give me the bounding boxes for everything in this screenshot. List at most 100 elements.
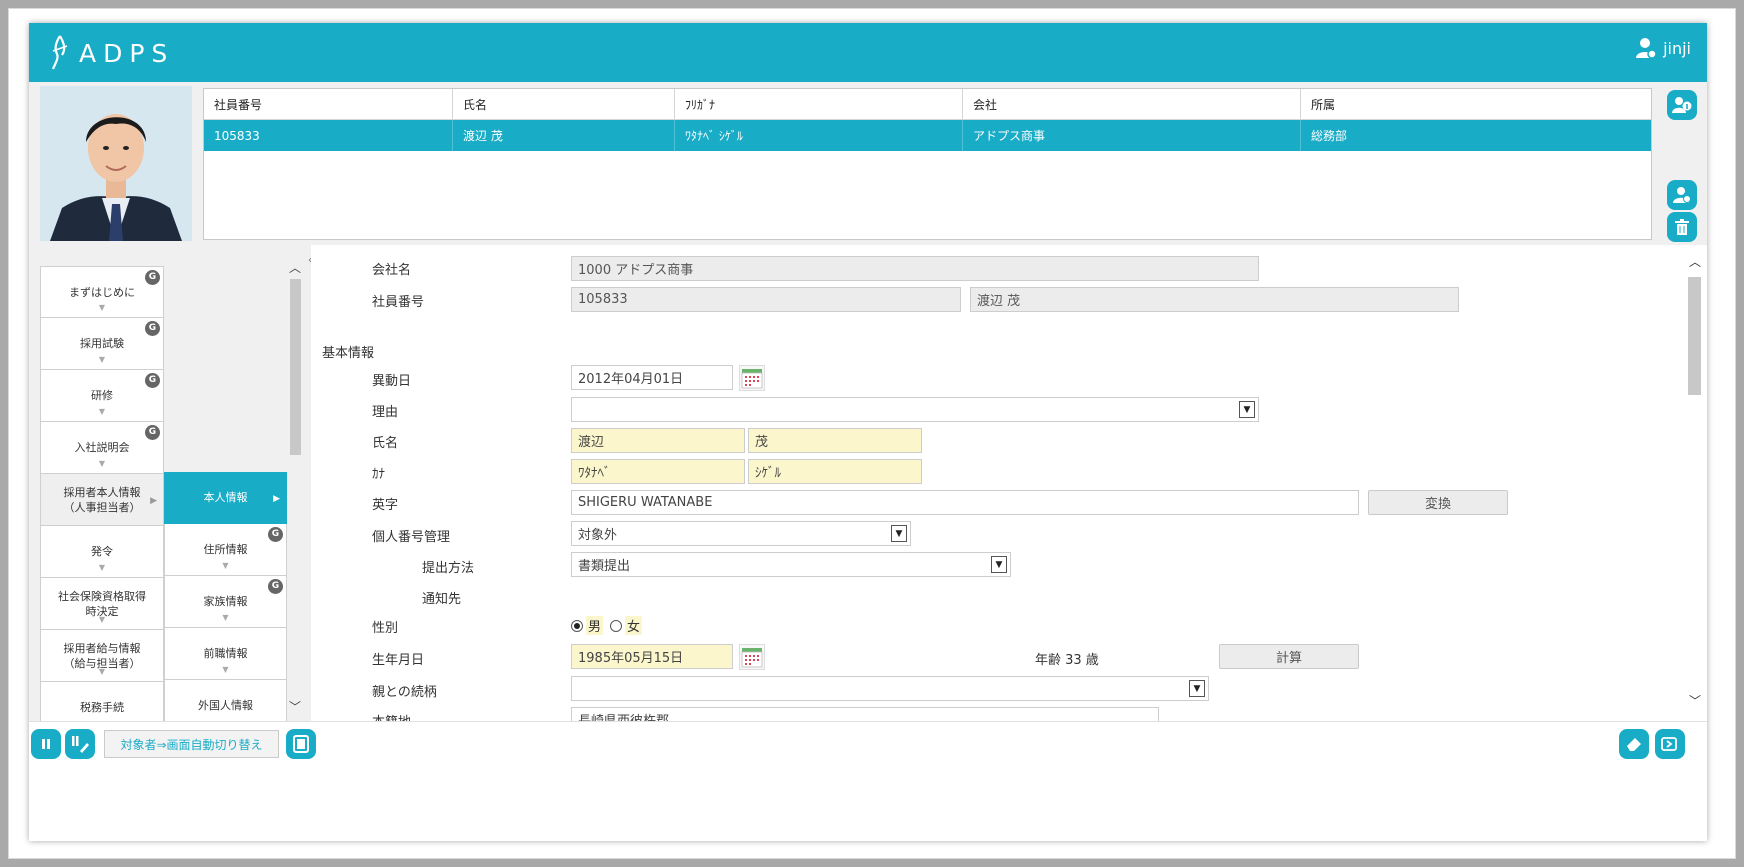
manual-button[interactable] — [286, 729, 316, 759]
nav-item-recruitment-exam[interactable]: 採用試験 G ▼ — [40, 318, 164, 370]
gender-female-radio[interactable] — [610, 619, 623, 632]
cell-company: アドプス商事 — [963, 120, 1301, 151]
domicile-field[interactable]: 長崎県西彼杵郡 — [571, 707, 1159, 721]
mynumber-select[interactable]: 対象外 ▼ — [571, 521, 911, 546]
left-nav: まずはじめに G ▼ 採用試験 G ▼ 研修 G ▼ 入社説明会 G ▼ 採用者… — [29, 245, 311, 734]
chevron-down-icon: ▼ — [222, 613, 229, 622]
chevron-down-icon[interactable]: ▼ — [1239, 401, 1255, 418]
chevron-down-icon[interactable]: ▼ — [891, 525, 907, 542]
nav-item-hire-personal-info[interactable]: 採用者本人情報 （人事担当者） ▶ — [40, 474, 164, 526]
col-header-company[interactable]: 会社 — [963, 89, 1301, 119]
transfer-date-field[interactable]: 2012年04月01日 — [571, 365, 733, 390]
next-button[interactable] — [1655, 729, 1685, 759]
calendar-icon[interactable] — [739, 365, 765, 391]
collapse-nav-icon[interactable]: ‹ — [308, 255, 312, 266]
reason-select[interactable]: ▼ — [571, 397, 1259, 422]
submit-method-select[interactable]: 書類提出 ▼ — [571, 552, 1011, 577]
first-name-field[interactable]: 茂 — [748, 428, 922, 453]
scroll-up-icon[interactable]: ︿ — [289, 259, 301, 276]
user-info-icon — [1672, 97, 1692, 113]
nav-label: 発令 — [91, 545, 113, 558]
eraser-icon — [1627, 738, 1641, 751]
nav-label: 前職情報 — [203, 647, 248, 660]
nav-column-main: まずはじめに G ▼ 採用試験 G ▼ 研修 G ▼ 入社説明会 G ▼ 採用者… — [40, 266, 164, 734]
emp-no-label: 社員番号 — [372, 295, 425, 310]
user-add-icon — [1673, 187, 1691, 203]
nav-item-orientation[interactable]: 入社説明会 G ▼ — [40, 422, 164, 474]
gender-radio-group: 男 女 — [571, 616, 643, 635]
add-employee-button[interactable] — [1667, 180, 1697, 210]
col-header-emp-no[interactable]: 社員番号 — [204, 89, 453, 119]
chevron-right-icon: ▶ — [273, 494, 280, 504]
nav-item-training[interactable]: 研修 G ▼ — [40, 370, 164, 422]
trash-icon — [1675, 219, 1689, 235]
clear-button[interactable] — [1619, 729, 1649, 759]
g-badge: G — [268, 527, 283, 542]
first-kana-field[interactable]: ｼｹﾞﾙ — [748, 459, 922, 484]
cell-name: 渡辺 茂 — [453, 120, 675, 151]
pause-edit-button[interactable] — [65, 729, 95, 759]
app-logo: ADPS — [49, 33, 174, 73]
g-badge: G — [145, 373, 160, 388]
nav-scrollbar[interactable]: ︿ ﹀ — [287, 259, 303, 715]
table-row[interactable]: 105833 渡辺 茂 ﾜﾀﾅﾍﾞ ｼｹﾞﾙ アドプス商事 総務部 — [204, 120, 1651, 151]
top-bar: ADPS jinji — [29, 23, 1707, 82]
g-badge: G — [145, 425, 160, 440]
nav-item-family-info[interactable]: 家族情報 G ▼ — [164, 576, 287, 628]
nav-item-getting-started[interactable]: まずはじめに G ▼ — [40, 266, 164, 318]
nav-item-personal-info[interactable]: 本人情報 ▶ — [164, 472, 287, 524]
chevron-down-icon[interactable]: ▼ — [991, 556, 1007, 573]
nav-label: 本人情報 — [203, 491, 248, 504]
nav-label: 外国人情報 — [198, 699, 253, 712]
cell-emp-no: 105833 — [204, 120, 453, 151]
submit-method-label: 提出方法 — [422, 561, 475, 576]
birth-label: 生年月日 — [372, 653, 425, 668]
employee-grid: 社員番号 氏名 ﾌﾘｶﾞﾅ 会社 所属 105833 渡辺 茂 ﾜﾀﾅﾍﾞ ｼｹ… — [203, 88, 1652, 240]
chevron-down-icon: ▼ — [98, 303, 106, 312]
scroll-thumb[interactable] — [290, 279, 301, 455]
calendar-icon[interactable] — [739, 644, 765, 670]
domicile-label: 本籍地 — [372, 711, 411, 721]
delete-employee-button[interactable] — [1667, 212, 1697, 242]
convert-button[interactable]: 変換 — [1368, 490, 1508, 515]
relation-select[interactable]: ▼ — [571, 676, 1209, 701]
nav-item-appointment[interactable]: 発令 ▼ — [40, 526, 164, 578]
col-header-name[interactable]: 氏名 — [453, 89, 675, 119]
g-badge: G — [145, 270, 160, 285]
last-name-field[interactable]: 渡辺 — [571, 428, 745, 453]
roman-name-field[interactable]: SHIGERU WATANABE — [571, 490, 1359, 515]
scroll-thumb[interactable] — [1688, 277, 1701, 395]
book-icon — [293, 735, 309, 753]
nav-label: 研修 — [91, 389, 113, 402]
chevron-down-icon: ▼ — [98, 459, 106, 468]
pause-button[interactable] — [31, 729, 61, 759]
scroll-up-icon[interactable]: ︿ — [1689, 253, 1701, 270]
auto-switch-button[interactable]: 対象者⇒画面自動切り替え — [104, 730, 279, 758]
scroll-down-icon[interactable]: ﹀ — [1689, 692, 1701, 709]
gender-male-radio[interactable] — [571, 619, 583, 632]
employee-info-button[interactable] — [1667, 90, 1697, 120]
nav-label: 家族情報 — [203, 595, 248, 608]
last-kana-field[interactable]: ﾜﾀﾅﾍﾞ — [571, 459, 745, 484]
emp-no-field: 105833 — [571, 287, 961, 312]
logo-text: ADPS — [79, 38, 175, 68]
nav-item-social-insurance[interactable]: 社会保険資格取得 時決定 ▼ — [40, 578, 164, 630]
g-badge: G — [145, 321, 160, 336]
user-menu[interactable]: jinji — [1635, 37, 1691, 59]
nav-item-hire-payroll-info[interactable]: 採用者給与情報 （給与担当者） ▼ — [40, 630, 164, 682]
nav-item-previous-job-info[interactable]: 前職情報 ▼ — [164, 628, 287, 680]
birth-date-field[interactable]: 1985年05月15日 — [571, 644, 733, 669]
app-window: ADPS jinji 社員番号 氏名 ﾌﾘｶﾞﾅ 会社 所属 105833 渡辺… — [29, 23, 1707, 841]
form-scrollbar[interactable]: ︿ ﹀ — [1685, 245, 1705, 721]
chevron-right-icon: ▶ — [150, 496, 157, 506]
calc-button[interactable]: 計算 — [1219, 644, 1359, 669]
employee-photo — [40, 86, 192, 241]
chevron-down-icon[interactable]: ▼ — [1189, 680, 1205, 697]
nav-label: 住所情報 — [203, 543, 248, 556]
pause-icon — [42, 739, 50, 749]
cell-kana: ﾜﾀﾅﾍﾞ ｼｹﾞﾙ — [675, 120, 963, 151]
scroll-down-icon[interactable]: ﹀ — [289, 698, 301, 715]
col-header-dept[interactable]: 所属 — [1301, 89, 1651, 119]
col-header-kana[interactable]: ﾌﾘｶﾞﾅ — [675, 89, 963, 119]
nav-item-address-info[interactable]: 住所情報 G ▼ — [164, 524, 287, 576]
